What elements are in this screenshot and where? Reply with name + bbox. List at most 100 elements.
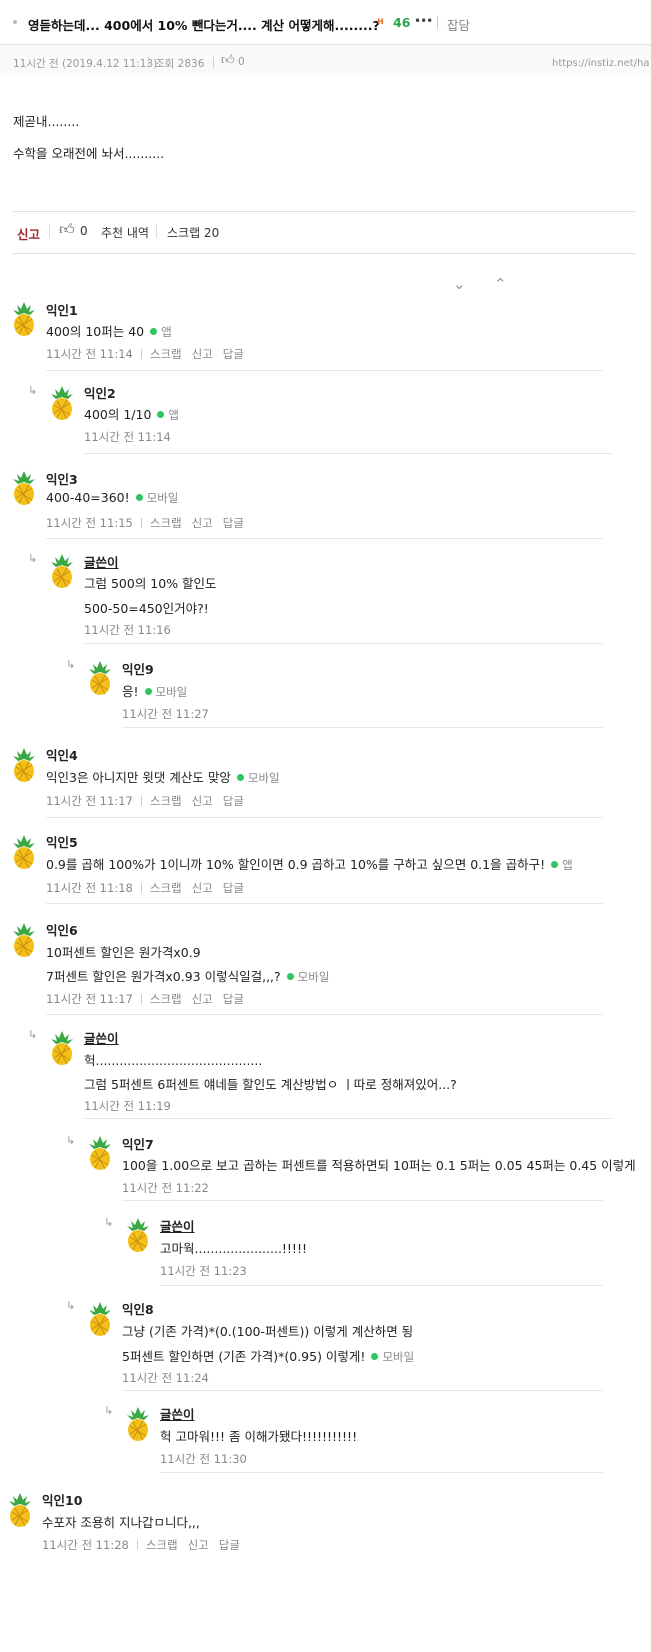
comment-text: 500-50=450인거야?! <box>84 598 209 617</box>
pineapple-avatar-icon <box>47 553 77 589</box>
comment-report-button[interactable]: 신고 <box>192 516 213 530</box>
comment-time: 11시간 전 11:19 <box>84 1099 171 1113</box>
comment-text: 400의 1/10 앱 <box>84 404 179 423</box>
comment-text-line: 0.9를 곱해 100%가 1이니까 10% 할인이면 0.9 곱하고 10%를… <box>46 857 546 872</box>
comment-scrap-button[interactable]: 스크랩 <box>146 1538 178 1552</box>
comment-text-line: 헉 고마워!!! 좀 이해가됐다!!!!!!!!!!! <box>160 1429 358 1444</box>
chevron-down-icon[interactable]: ⌄ <box>453 275 466 293</box>
device-label: 모바일 <box>146 491 179 505</box>
divider <box>46 817 603 818</box>
comment-author[interactable]: 익인8 <box>122 1299 154 1318</box>
comment-author[interactable]: 익인10 <box>42 1490 82 1509</box>
post-body-line: 수학을 오래전에 놔서.......... <box>13 146 165 161</box>
post-title: 영듣하는데... 400에서 10% 뺀다는거.... 계산 어떻게해.....… <box>28 18 380 33</box>
hot-icon: ʜ <box>377 16 384 27</box>
comment-author[interactable]: 익인9 <box>122 659 154 678</box>
comment-report-button[interactable]: 신고 <box>192 347 213 361</box>
comment-text: 응! 모바일 <box>122 681 187 700</box>
hot-count: 46 <box>393 15 411 30</box>
comment-reply-button[interactable]: 답글 <box>219 1538 240 1552</box>
comment-report-button[interactable]: 신고 <box>192 881 213 895</box>
post-url[interactable]: https://instiz.net/ha <box>552 58 651 69</box>
comment-meta: 11시간 전 11:17 스크랩 신고 답글 <box>46 793 254 809</box>
category-link[interactable]: 잡담 <box>447 15 470 34</box>
device-label: 모바일 <box>247 771 280 785</box>
comment-text: 그냥 (기존 가격)*(0.(100-퍼센트)) 이렇게 계산하면 됭 <box>122 1321 413 1340</box>
reply-arrow-icon: ↳ <box>28 552 38 565</box>
reply-arrow-icon: ↳ <box>104 1216 114 1229</box>
comment-author[interactable]: 익인4 <box>46 745 78 764</box>
comment-reply-button[interactable]: 답글 <box>223 992 244 1006</box>
divider <box>46 903 603 904</box>
comment-author[interactable]: 글쓴이 <box>160 1404 195 1423</box>
comment-meta: 11시간 전 11:17 스크랩 신고 답글 <box>46 991 254 1007</box>
device-badge: 앱 <box>551 858 573 872</box>
report-button[interactable]: 신고 <box>17 224 40 243</box>
pineapple-avatar-icon <box>9 834 39 870</box>
view-count: 조회 2836 <box>155 58 205 70</box>
device-badge: 앱 <box>157 408 179 422</box>
comment-time: 11시간 전 11:30 <box>160 1452 247 1466</box>
comment-meta: 11시간 전 11:22 <box>122 1180 209 1196</box>
comment-text: 100을 1.00으로 보고 곱하는 퍼센트를 적용하면되 10퍼는 0.1 5… <box>122 1155 636 1174</box>
comment-time: 11시간 전 11:14 <box>46 347 133 361</box>
reply-arrow-icon: ↳ <box>66 1134 76 1147</box>
comment-reply-button[interactable]: 답글 <box>223 516 244 530</box>
thumbs-up-icon[interactable]: 👍︎ <box>59 220 75 239</box>
comment-time: 11시간 전 11:24 <box>122 1371 209 1385</box>
comment-author[interactable]: 글쓴이 <box>84 552 119 571</box>
comment-text: 고마웍......................!!!!! <box>160 1238 307 1257</box>
reply-arrow-icon: ↳ <box>104 1404 114 1417</box>
comment-text: 400의 10퍼는 40 앱 <box>46 321 172 340</box>
divider <box>140 883 142 893</box>
pineapple-avatar-icon <box>47 1030 77 1066</box>
more-icon[interactable]: ••• <box>414 14 433 28</box>
divider <box>46 538 603 539</box>
pineapple-avatar-icon <box>123 1217 153 1253</box>
comment-author[interactable]: 익인2 <box>84 383 116 402</box>
chevron-up-icon[interactable]: ⌃ <box>494 275 507 293</box>
comment-time: 11시간 전 11:27 <box>122 707 209 721</box>
comment-author[interactable]: 익인3 <box>46 469 78 488</box>
comment-text: 400-40=360! 모바일 <box>46 490 178 506</box>
comment-reply-button[interactable]: 답글 <box>223 794 244 808</box>
comment-report-button[interactable]: 신고 <box>188 1538 209 1552</box>
pineapple-avatar-icon <box>9 922 39 958</box>
comment-scrap-button[interactable]: 스크랩 <box>150 881 182 895</box>
comment-author[interactable]: 익인7 <box>122 1134 154 1153</box>
comment-text-line: 400의 1/10 <box>84 407 152 422</box>
comment-author[interactable]: 익인5 <box>46 832 78 851</box>
comment-scrap-button[interactable]: 스크랩 <box>150 516 182 530</box>
comment-report-button[interactable]: 신고 <box>192 794 213 808</box>
recommend-history-link[interactable]: 추천 내역 <box>101 224 149 241</box>
device-label: 모바일 <box>297 970 330 984</box>
comment-text: 그럼 5퍼센트 6퍼센트 얘네들 할인도 계산방법ㅇ ㅣ따로 정해져있어...? <box>84 1074 457 1093</box>
comment-time: 11시간 전 11:28 <box>42 1538 129 1552</box>
comment-meta: 11시간 전 11:28 스크랩 신고 답글 <box>42 1537 250 1553</box>
comment-scrap-button[interactable]: 스크랩 <box>150 794 182 808</box>
comment-report-button[interactable]: 신고 <box>192 992 213 1006</box>
scrap-button[interactable]: 스크랩 20 <box>167 224 219 241</box>
reply-arrow-icon: ↳ <box>66 1299 76 1312</box>
comment-author[interactable]: 익인6 <box>46 920 78 939</box>
comment-scrap-button[interactable]: 스크랩 <box>150 992 182 1006</box>
divider <box>140 518 142 528</box>
comment-scrap-button[interactable]: 스크랩 <box>150 347 182 361</box>
divider <box>156 224 157 238</box>
comment-text: 수포자 조용히 지나갑ㅁ니다,,, <box>42 1512 200 1531</box>
divider <box>437 16 438 29</box>
comment-author[interactable]: 글쓴이 <box>160 1216 195 1235</box>
comment-author[interactable]: 익인1 <box>46 300 78 319</box>
comment-reply-button[interactable]: 답글 <box>223 347 244 361</box>
comment-reply-button[interactable]: 답글 <box>223 881 244 895</box>
divider <box>122 727 603 728</box>
comment-author[interactable]: 글쓴이 <box>84 1028 119 1047</box>
pineapple-avatar-icon <box>123 1406 153 1442</box>
device-dot-icon <box>144 688 152 695</box>
comment-time: 11시간 전 11:22 <box>122 1181 209 1195</box>
comment-text: 그럼 500의 10% 할인도 <box>84 573 217 592</box>
comment-meta: 11시간 전 11:23 <box>160 1263 247 1279</box>
comment-text-line: 그럼 5퍼센트 6퍼센트 얘네들 할인도 계산방법ㅇ ㅣ따로 정해져있어...? <box>84 1077 457 1092</box>
comment-text-line: 고마웍......................!!!!! <box>160 1241 307 1256</box>
divider <box>160 1285 603 1286</box>
